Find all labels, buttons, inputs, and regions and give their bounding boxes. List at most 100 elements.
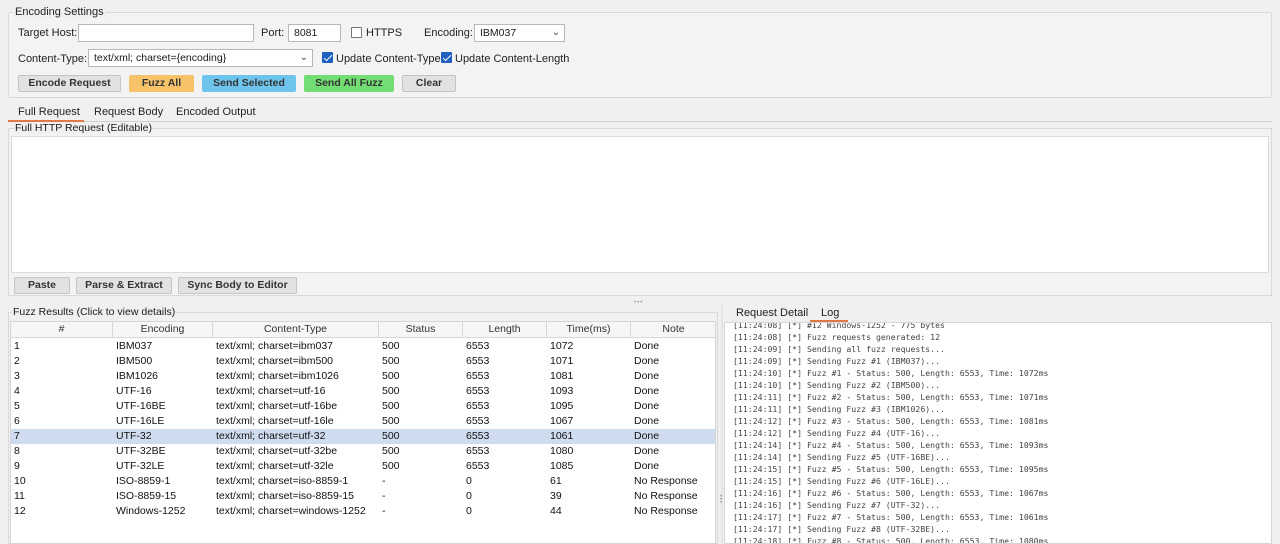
table-cell: 9 <box>14 460 20 472</box>
table-cell: Done <box>634 355 660 367</box>
encoding-select[interactable]: IBM037 ⌄ <box>474 24 565 42</box>
table-cell: Done <box>634 400 660 412</box>
table-row[interactable]: 5 UTF-16BE text/xml; charset=utf-16be 500 65… <box>11 399 715 414</box>
table-row[interactable]: 4 UTF-16 text/xml; charset=utf-16 500 6553 10… <box>11 384 715 399</box>
encode-request-button[interactable]: Encode Request <box>18 75 121 92</box>
table-cell: No Response <box>634 505 698 517</box>
table-cell: 6553 <box>466 370 490 382</box>
table-cell: 39 <box>550 490 562 502</box>
column-header[interactable]: Content-Type <box>213 322 379 338</box>
table-row[interactable]: 1 IBM037 text/xml; charset=ibm037 500 6553 10… <box>11 339 715 354</box>
table-cell: 1081 <box>550 370 574 382</box>
log-line: [11:24:15] [*] Fuzz #5 - Status: 500, Le… <box>733 464 1049 474</box>
update-content-type-checkbox[interactable] <box>322 52 333 63</box>
log-line: [11:24:11] [*] Sending Fuzz #3 (IBM1026)… <box>733 404 945 414</box>
table-cell: ISO-8859-15 <box>116 490 177 502</box>
log-line: [11:24:08] [*] Fuzz requests generated: … <box>733 332 941 342</box>
table-row[interactable]: 9 UTF-32LE text/xml; charset=utf-32le 500 65… <box>11 459 715 474</box>
table-row[interactable]: 3 IBM1026 text/xml; charset=ibm1026 500 6553… <box>11 369 715 384</box>
port-label: Port: <box>261 27 285 39</box>
tab-log[interactable]: Log <box>821 307 839 319</box>
tab-full-request[interactable]: Full Request <box>18 106 80 118</box>
table-row[interactable]: 8 UTF-32BE text/xml; charset=utf-32be 500 65… <box>11 444 715 459</box>
log-line: [11:24:17] [*] Sending Fuzz #8 (UTF-32BE… <box>733 524 950 534</box>
paste-button[interactable]: Paste <box>14 277 70 294</box>
table-cell: UTF-32BE <box>116 445 166 457</box>
table-cell: text/xml; charset=windows-1252 <box>216 505 366 517</box>
table-cell: ISO-8859-1 <box>116 475 171 487</box>
log-line: [11:24:17] [*] Fuzz #7 - Status: 500, Le… <box>733 512 1049 522</box>
content-type-combobox[interactable]: text/xml; charset={encoding} ⌄ <box>88 49 313 67</box>
table-cell: 500 <box>382 340 400 352</box>
parse-extract-button[interactable]: Parse & Extract <box>76 277 172 294</box>
column-header[interactable]: Note <box>631 322 715 338</box>
table-cell: 500 <box>382 385 400 397</box>
table-cell: No Response <box>634 490 698 502</box>
table-cell: 61 <box>550 475 562 487</box>
table-cell: - <box>382 505 386 517</box>
column-header[interactable]: Encoding <box>113 322 213 338</box>
table-row[interactable]: 7 UTF-32 text/xml; charset=utf-32 500 6553 10… <box>11 429 715 444</box>
column-header[interactable]: # <box>11 322 113 338</box>
table-cell: 500 <box>382 445 400 457</box>
table-cell: 10 <box>14 475 26 487</box>
table-cell: 1093 <box>550 385 574 397</box>
fuzz-results-table: # Encoding Content-Type Status Length Time(ms… <box>10 321 716 544</box>
send-selected-button[interactable]: Send Selected <box>202 75 296 92</box>
table-cell: 500 <box>382 460 400 472</box>
tab-request-body[interactable]: Request Body <box>94 106 163 118</box>
full-request-title: Full HTTP Request (Editable) <box>14 122 153 134</box>
vertical-splitter-grip[interactable]: • • • <box>720 494 722 506</box>
log-line: [11:24:16] [*] Sending Fuzz #7 (UTF-32).… <box>733 500 941 510</box>
log-line: [11:24:15] [*] Sending Fuzz #6 (UTF-16LE… <box>733 476 950 486</box>
column-header[interactable]: Status <box>379 322 463 338</box>
table-cell: 12 <box>14 505 26 517</box>
table-cell: 1072 <box>550 340 574 352</box>
https-checkbox[interactable] <box>351 27 362 38</box>
clear-button[interactable]: Clear <box>402 75 456 92</box>
table-cell: text/xml; charset=utf-16be <box>216 400 338 412</box>
table-header: # Encoding Content-Type Status Length Time(ms… <box>11 322 715 338</box>
table-cell: 4 <box>14 385 20 397</box>
table-row[interactable]: 12 Windows-1252 text/xml; charset=windows-… <box>11 504 715 519</box>
table-cell: 6553 <box>466 460 490 472</box>
table-cell: 500 <box>382 355 400 367</box>
sync-body-button[interactable]: Sync Body to Editor <box>178 277 297 294</box>
table-cell: text/xml; charset=utf-32 <box>216 430 326 442</box>
horizontal-splitter-grip[interactable]: ••• <box>634 300 643 306</box>
update-content-length-checkbox[interactable] <box>441 52 452 63</box>
table-cell: Done <box>634 385 660 397</box>
update-content-type-label: Update Content-Type <box>336 53 441 65</box>
table-cell: 6553 <box>466 340 490 352</box>
table-cell: text/xml; charset=utf-16le <box>216 415 334 427</box>
log-line: [11:24:09] [*] Sending all fuzz requests… <box>733 344 945 354</box>
tab-encoded-output[interactable]: Encoded Output <box>176 106 256 118</box>
full-request-editor[interactable] <box>11 136 1269 273</box>
send-all-fuzz-button[interactable]: Send All Fuzz <box>304 75 394 92</box>
table-cell: text/xml; charset=iso-8859-15 <box>216 490 355 502</box>
table-cell: UTF-32LE <box>116 460 165 472</box>
tab-request-detail[interactable]: Request Detail <box>736 307 808 319</box>
target-host-input[interactable] <box>78 24 254 42</box>
log-output[interactable]: [11:24:08] [*] #12 Windows-1252 - 775 by… <box>724 322 1272 544</box>
table-cell: 1080 <box>550 445 574 457</box>
fuzz-all-button[interactable]: Fuzz All <box>129 75 194 92</box>
content-type-value: text/xml; charset={encoding} <box>94 52 227 64</box>
table-row[interactable]: 2 IBM500 text/xml; charset=ibm500 500 6553 10… <box>11 354 715 369</box>
table-row[interactable]: 11 ISO-8859-15 text/xml; charset=iso-8859-… <box>11 489 715 504</box>
app-window: Encoding Settings Target Host: Port: 808… <box>0 0 1280 544</box>
table-cell: 1061 <box>550 430 574 442</box>
log-line: [11:24:12] [*] Fuzz #3 - Status: 500, Le… <box>733 416 1049 426</box>
table-row[interactable]: 6 UTF-16LE text/xml; charset=utf-16le 500 65… <box>11 414 715 429</box>
port-input[interactable]: 8081 <box>288 24 341 42</box>
table-cell: - <box>382 490 386 502</box>
log-line: [11:24:14] [*] Fuzz #4 - Status: 500, Le… <box>733 440 1049 450</box>
column-header[interactable]: Length <box>463 322 547 338</box>
table-row[interactable]: 10 ISO-8859-1 text/xml; charset=iso-8859-1… <box>11 474 715 489</box>
target-host-label: Target Host: <box>18 27 78 39</box>
table-cell: 1095 <box>550 400 574 412</box>
table-cell: text/xml; charset=utf-32le <box>216 460 334 472</box>
column-header[interactable]: Time(ms) <box>547 322 631 338</box>
log-line: [11:24:12] [*] Sending Fuzz #4 (UTF-16).… <box>733 428 941 438</box>
vertical-splitter[interactable] <box>721 304 723 544</box>
